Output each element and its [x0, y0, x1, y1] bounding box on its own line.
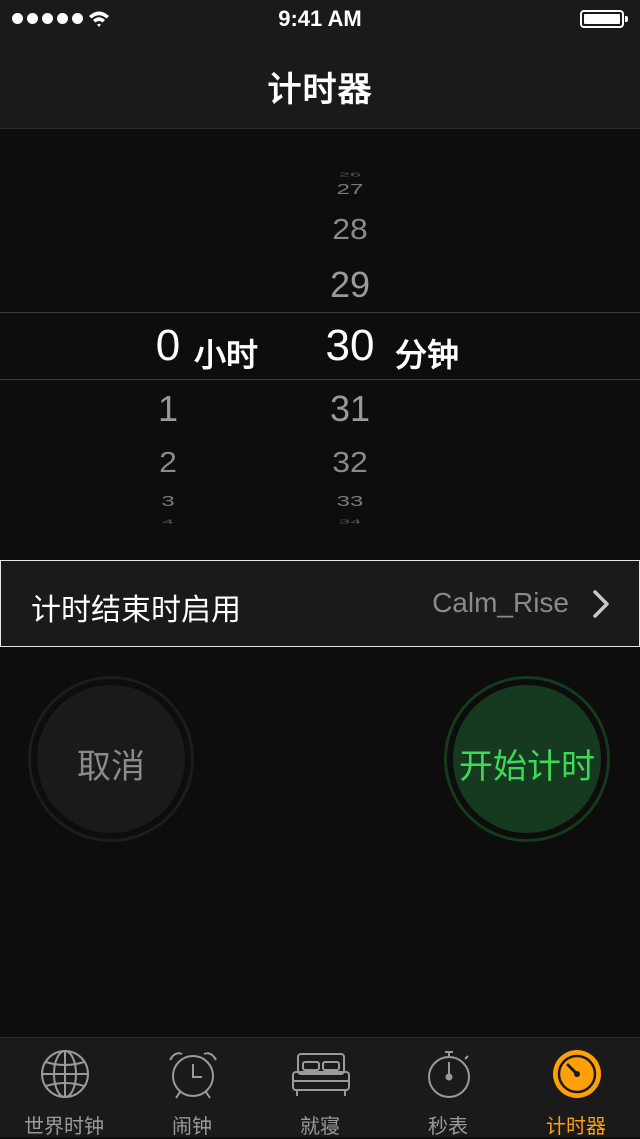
chevron-right-icon — [593, 590, 609, 618]
tab-label: 世界时钟 — [24, 1116, 104, 1138]
picker-minute-option[interactable]: 34 — [300, 519, 400, 526]
start-timer-button[interactable]: 开始计时 — [444, 676, 610, 842]
picker-hour-option[interactable]: 2 — [118, 444, 218, 480]
tab-alarm[interactable]: 闹钟 — [128, 1038, 256, 1138]
alarm-clock-icon — [169, 1052, 217, 1099]
tab-stopwatch[interactable]: 秒表 — [384, 1038, 512, 1138]
bed-icon — [292, 1053, 350, 1096]
page-title: 计时器 — [267, 71, 373, 109]
tab-timer[interactable]: 计时器 — [512, 1038, 640, 1138]
picker-minute-option[interactable]: 26 — [300, 172, 400, 179]
picker-minute-option[interactable]: 31 — [300, 387, 400, 431]
tab-bar: 世界时钟 闹钟 就寝 秒表 计时器 — [0, 1037, 640, 1138]
picker-minute-option[interactable]: 27 — [300, 181, 400, 199]
globe-icon — [41, 1050, 89, 1098]
timer-end-sound-value: Calm_Rise — [432, 587, 569, 618]
tab-label: 计时器 — [546, 1116, 606, 1138]
timer-end-sound-label: 计时结束时启用 — [31, 594, 241, 627]
picker-hour-option[interactable]: 3 — [118, 493, 218, 511]
picker-minute-option[interactable]: 28 — [300, 211, 400, 247]
status-bar: 9:41 AM — [0, 0, 640, 40]
picker-hour-option[interactable]: 1 — [118, 387, 218, 431]
tab-label: 秒表 — [428, 1116, 468, 1138]
navigation-bar: 计时器 — [0, 40, 640, 129]
start-button-label: 开始计时 — [459, 748, 595, 786]
picker-minute-selected[interactable]: 30 — [300, 321, 400, 371]
picker-hour-unit: 小时 — [194, 337, 259, 373]
battery-icon — [580, 10, 628, 28]
timer-icon — [553, 1050, 601, 1098]
tab-label: 闹钟 — [172, 1116, 212, 1138]
picker-minute-option[interactable]: 33 — [300, 493, 400, 511]
picker-minute-option[interactable]: 29 — [300, 263, 400, 307]
cancel-button[interactable]: 取消 — [28, 676, 194, 842]
stopwatch-icon — [428, 1051, 470, 1098]
cancel-button-label: 取消 — [77, 748, 145, 786]
timer-picker[interactable]: 26 27 28 29 0 小时 30 分钟 1 2 3 4 31 32 33 … — [0, 129, 640, 559]
tab-label: 就寝 — [300, 1116, 340, 1138]
picker-hour-option[interactable]: 4 — [118, 519, 218, 526]
picker-minute-option[interactable]: 32 — [300, 444, 400, 480]
status-time: 9:41 AM — [278, 6, 362, 31]
tab-bedtime[interactable]: 就寝 — [256, 1038, 384, 1138]
timer-end-sound-row[interactable]: 计时结束时启用 Calm_Rise — [0, 560, 640, 647]
picker-minute-unit: 分钟 — [395, 337, 460, 373]
tab-world-clock[interactable]: 世界时钟 — [0, 1038, 128, 1138]
